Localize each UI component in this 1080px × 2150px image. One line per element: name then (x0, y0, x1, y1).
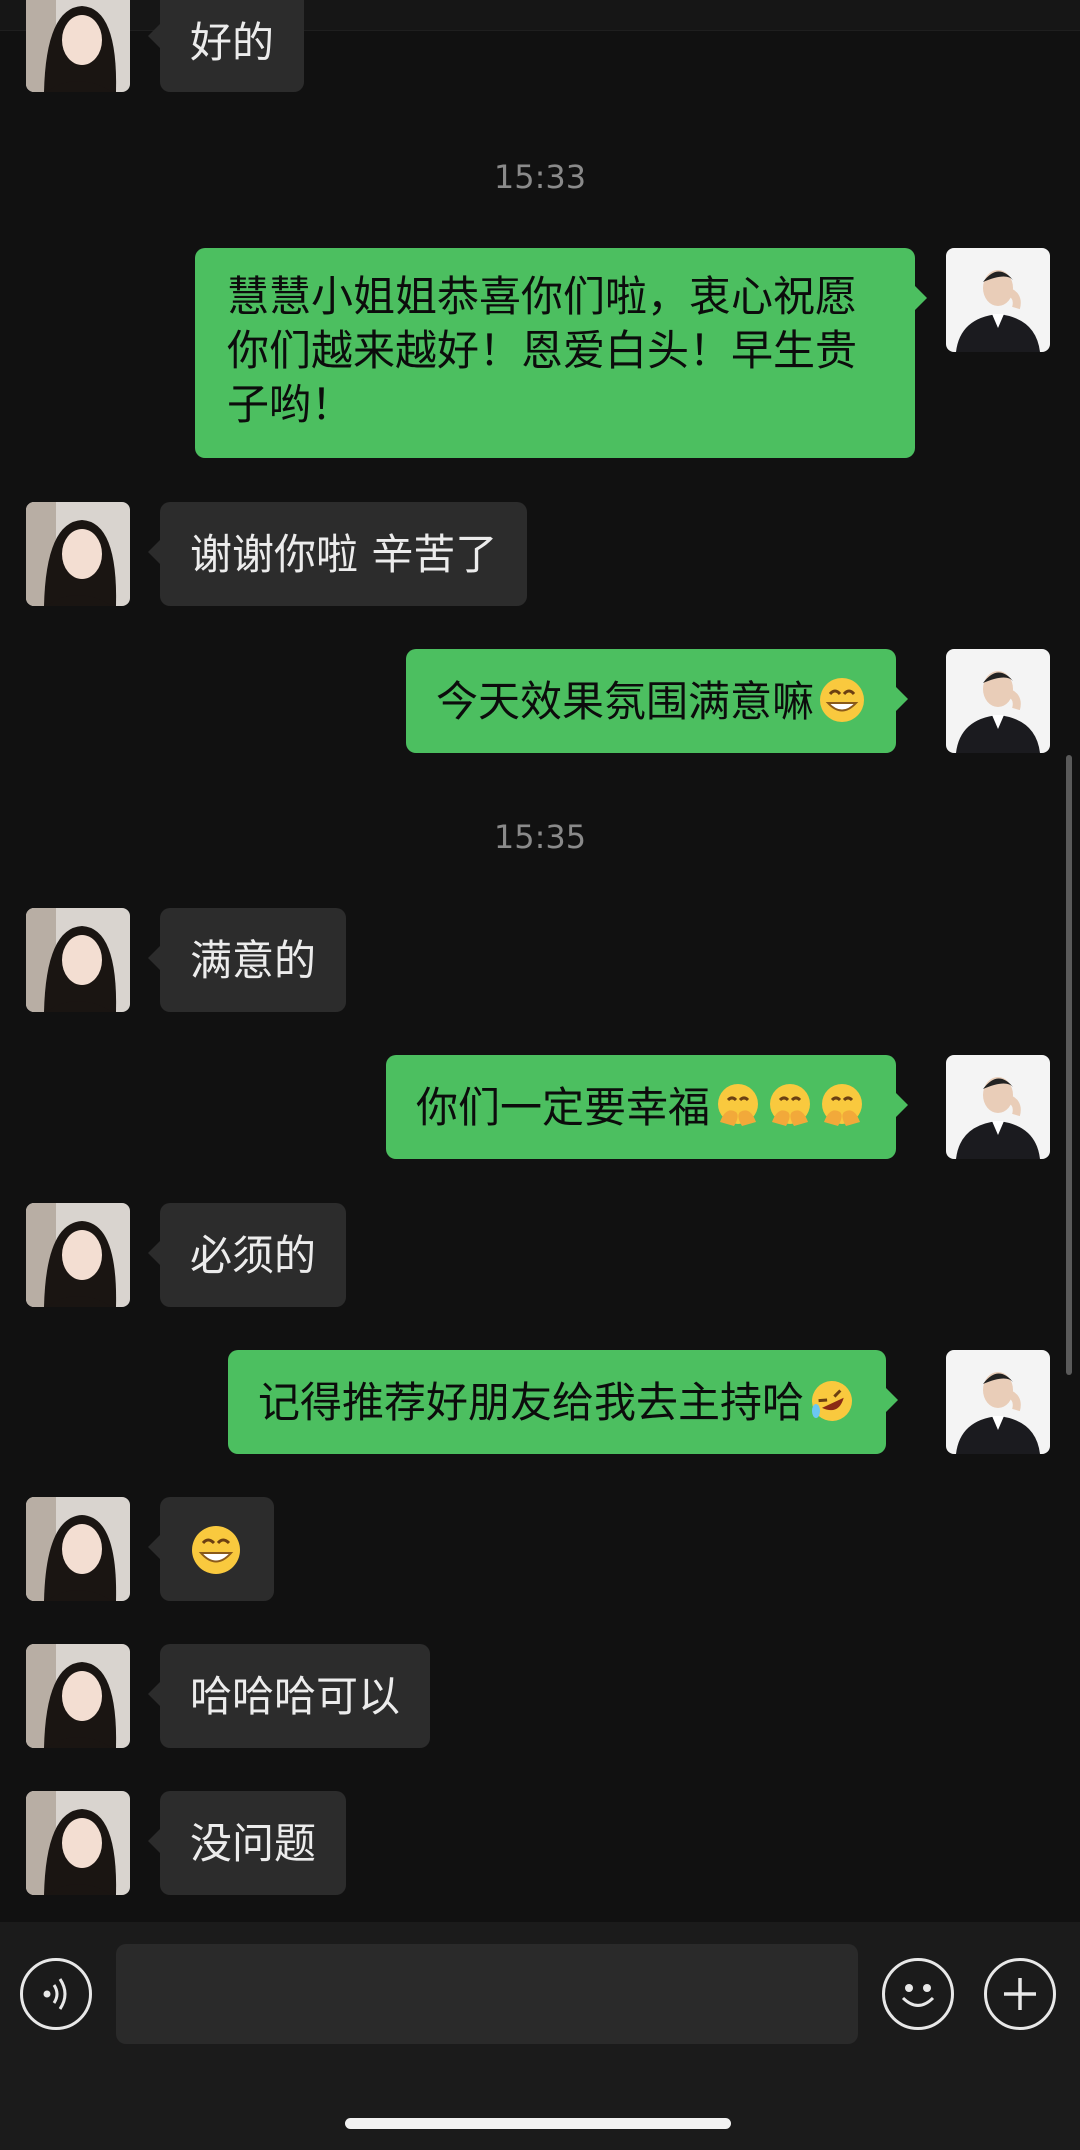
contact-avatar[interactable] (26, 1497, 130, 1601)
shy-emoji-icon (714, 1082, 762, 1143)
message-bubble-outgoing[interactable]: 今天效果氛围满意嘛 (406, 649, 909, 753)
grin-emoji-icon (190, 1524, 242, 1589)
timestamp: 15:35 (493, 818, 587, 856)
message-bubble-incoming[interactable]: 满意的 (147, 908, 347, 1012)
message-bubble-incoming[interactable] (148, 1497, 274, 1601)
message-bubble-outgoing[interactable]: 记得推荐好朋友给我去主持哈 (228, 1350, 899, 1454)
message-bubble-incoming[interactable]: 谢谢你啦 辛苦了 (147, 502, 528, 606)
plus-icon[interactable] (984, 1958, 1056, 2030)
message-bubble-incoming[interactable]: 好的 (147, 0, 305, 92)
message-bubble-outgoing[interactable]: 你们一定要幸福 (386, 1055, 909, 1159)
message-line: 慧慧小姐姐恭喜你们啦，衷心祝愿 (227, 272, 858, 321)
rofl-emoji-icon (808, 1377, 856, 1438)
home-indicator[interactable] (345, 2118, 731, 2129)
message-text: 今天效果氛围满意嘛 (436, 677, 815, 726)
my-avatar[interactable] (946, 248, 1050, 352)
scrollbar[interactable] (1066, 755, 1072, 1375)
smiley-icon[interactable] (882, 1958, 954, 2030)
message-bubble-incoming[interactable]: 没问题 (147, 1791, 347, 1895)
contact-avatar[interactable] (26, 1791, 130, 1895)
my-avatar[interactable] (946, 649, 1050, 753)
message-line: 子哟！ (227, 380, 354, 429)
message-text: 记得推荐好朋友给我去主持哈 (258, 1378, 805, 1427)
contact-avatar[interactable] (26, 1644, 130, 1748)
grin-emoji-icon (818, 676, 866, 737)
shy-emoji-icon (766, 1082, 814, 1143)
message-bubble-incoming[interactable]: 哈哈哈可以 (147, 1644, 431, 1748)
message-bubble-outgoing[interactable]: 慧慧小姐姐恭喜你们啦，衷心祝愿 你们越来越好！恩爱白头！早生贵 子哟！ (195, 248, 927, 458)
timestamp: 15:33 (493, 158, 587, 196)
message-input[interactable] (116, 1944, 858, 2044)
message-bubble-incoming[interactable]: 必须的 (147, 1203, 347, 1307)
my-avatar[interactable] (946, 1350, 1050, 1454)
shy-emoji-icon (818, 1082, 866, 1143)
contact-avatar[interactable] (26, 1203, 130, 1307)
message-text: 你们一定要幸福 (416, 1083, 711, 1132)
contact-avatar[interactable] (26, 502, 130, 606)
voice-icon[interactable] (20, 1958, 92, 2030)
contact-avatar[interactable] (26, 0, 130, 92)
my-avatar[interactable] (946, 1055, 1050, 1159)
message-line: 你们越来越好！恩爱白头！早生贵 (227, 326, 858, 375)
contact-avatar[interactable] (26, 908, 130, 1012)
